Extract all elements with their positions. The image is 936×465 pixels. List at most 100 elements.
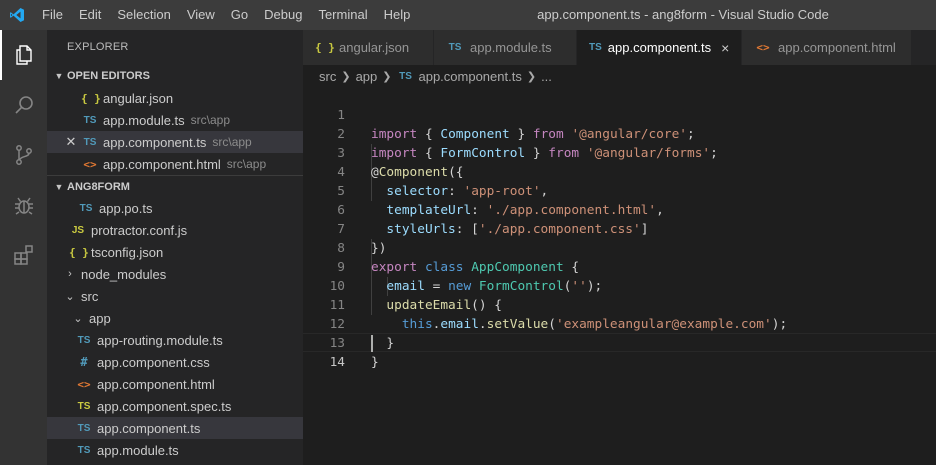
tree-item[interactable]: TS app.po.ts (47, 197, 303, 219)
vscode-logo-icon (0, 0, 34, 30)
chevron-down-icon: ⌄ (73, 312, 83, 325)
tab-app-component-ts[interactable]: TS app.component.ts × (577, 30, 742, 65)
tree-item[interactable]: { } tsconfig.json (47, 241, 303, 263)
tree-item-label: node_modules (81, 266, 167, 282)
open-editor-name: app.module.ts (103, 112, 185, 128)
tree-item-label: app-routing.module.ts (97, 332, 223, 348)
punct-token: } (371, 355, 379, 370)
tree-item-active[interactable]: TS app.component.ts (47, 417, 303, 439)
tree-folder[interactable]: ⌄ app (47, 307, 303, 329)
code-line: 4 selector: 'app-root', (303, 144, 936, 199)
extensions-icon[interactable] (0, 230, 47, 280)
tree-item-label: app (89, 310, 111, 326)
search-icon[interactable] (0, 80, 47, 130)
tab-label: app.module.ts (470, 40, 552, 55)
line-content: } (371, 353, 379, 372)
title-bar: File Edit Selection View Go Debug Termin… (0, 0, 936, 30)
typescript-file-icon: TS (83, 136, 97, 148)
open-editor-path: src\app (226, 157, 267, 171)
tree-item[interactable]: # app.component.css (47, 351, 303, 373)
code-line: 5 templateUrl: './app.component.html', (303, 163, 936, 218)
source-control-icon[interactable] (0, 130, 47, 180)
debug-icon[interactable] (0, 180, 47, 230)
open-editors-header[interactable]: ▼ OPEN EDITORS (47, 65, 303, 87)
chevron-down-icon: ⌄ (65, 290, 75, 303)
open-editor-name: app.component.ts (103, 134, 207, 150)
typescript-file-icon: TS (79, 202, 93, 214)
explorer-icon[interactable] (0, 30, 47, 80)
project-header[interactable]: ▼ ANG8FORM (47, 175, 303, 197)
code-line: 8 export class AppComponent { (303, 220, 936, 275)
javascript-file-icon: JS (71, 224, 85, 236)
tree-item[interactable]: TS app-routing.module.ts (47, 329, 303, 351)
menu-debug[interactable]: Debug (256, 0, 310, 30)
typescript-file-icon: TS (399, 70, 412, 82)
code-line: 11 this.email.setValue('exampleangular@e… (303, 277, 936, 332)
tree-item[interactable]: JS protractor.conf.js (47, 219, 303, 241)
open-editor-item[interactable]: TS app.module.ts src\app (47, 109, 303, 131)
breadcrumb: src ❯ app ❯ TS app.component.ts ❯ ... (303, 65, 936, 87)
tab-app-module[interactable]: TS app.module.ts (434, 30, 577, 65)
chevron-right-icon: ❯ (526, 70, 537, 83)
open-editor-item-active[interactable]: ✕ TS app.component.ts src\app (47, 131, 303, 153)
code-line: 13 } (303, 315, 936, 370)
open-editor-item[interactable]: { } angular.json (47, 87, 303, 109)
typescript-file-icon: TS (77, 444, 91, 456)
tree-item-label: protractor.conf.js (91, 222, 188, 238)
breadcrumb-item[interactable]: app.component.ts (418, 69, 521, 84)
project-name: ANG8FORM (67, 180, 130, 193)
tree-folder[interactable]: › node_modules (47, 263, 303, 285)
chevron-down-icon: ▼ (54, 71, 64, 81)
tree-item-label: src (81, 288, 99, 304)
typescript-spec-file-icon: TS (77, 400, 91, 412)
breadcrumb-item[interactable]: app (356, 69, 378, 84)
json-file-icon: { } (315, 41, 335, 54)
tree-item[interactable]: TS app.module.ts (47, 439, 303, 461)
activity-bar (0, 30, 47, 465)
tab-app-component-html[interactable]: <> app.component.html (742, 30, 912, 65)
tab-label: angular.json (339, 40, 410, 55)
open-editor-item[interactable]: <> app.component.html src\app (47, 153, 303, 175)
tab-angular-json[interactable]: { } angular.json (303, 30, 434, 65)
json-file-icon: { } (81, 91, 101, 105)
text-cursor (371, 335, 373, 352)
tree-item-label: app.component.ts (97, 420, 201, 436)
code-editor[interactable]: 1 import { Component } from '@angular/co… (303, 87, 936, 465)
chevron-right-icon: ❯ (341, 70, 351, 83)
typescript-file-icon: TS (77, 334, 91, 346)
tree-item[interactable]: <> app.component.html (47, 373, 303, 395)
code-line: 7 }) (303, 201, 936, 256)
code-line: 2 import { FormControl } from '@angular/… (303, 106, 936, 161)
explorer-sidebar: EXPLORER ▼ OPEN EDITORS { } angular.json… (47, 30, 303, 465)
tree-folder[interactable]: ⌄ src (47, 285, 303, 307)
tree-item-label: app.component.spec.ts (97, 398, 232, 414)
close-icon[interactable]: ✕ (63, 134, 79, 150)
css-file-icon: # (80, 355, 88, 369)
open-editor-name: app.component.html (103, 156, 221, 172)
close-icon[interactable]: × (721, 40, 729, 56)
menu-go[interactable]: Go (223, 0, 256, 30)
code-line: 6 styleUrls: ['./app.component.css'] (303, 182, 936, 237)
breadcrumb-item[interactable]: src (319, 69, 336, 84)
line-number: 14 (329, 355, 345, 370)
typescript-file-icon: TS (448, 42, 462, 53)
menu-view[interactable]: View (179, 0, 223, 30)
menu-help[interactable]: Help (376, 0, 419, 30)
html-file-icon: <> (756, 41, 770, 54)
typescript-file-icon: TS (83, 114, 97, 126)
open-editor-path: src\app (190, 113, 231, 127)
json-file-icon: { } (69, 245, 89, 259)
menu-selection[interactable]: Selection (109, 0, 178, 30)
menu-terminal[interactable]: Terminal (310, 0, 375, 30)
typescript-file-icon: TS (77, 422, 91, 434)
tree-item-label: app.module.ts (97, 442, 179, 458)
editor-tabs: { } angular.json TS app.module.ts TS app… (303, 30, 936, 65)
menu-edit[interactable]: Edit (71, 0, 109, 30)
menu-file[interactable]: File (34, 0, 71, 30)
tree-item[interactable]: TS app.component.spec.ts (47, 395, 303, 417)
sidebar-title: EXPLORER (67, 41, 129, 53)
breadcrumb-item[interactable]: ... (541, 69, 552, 84)
open-editors-label: OPEN EDITORS (67, 70, 150, 82)
chevron-right-icon: ❯ (382, 70, 392, 83)
code-line: 9 email = new FormControl(''); (303, 239, 936, 294)
